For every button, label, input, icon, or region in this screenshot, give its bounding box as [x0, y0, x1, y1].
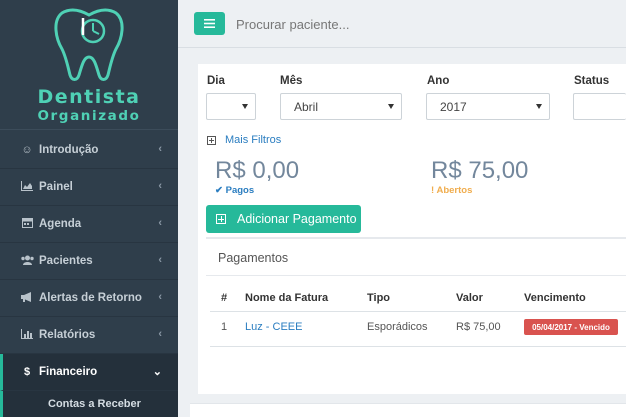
brand-name: Dentista: [37, 86, 141, 108]
column-header-due[interactable]: Vencimento: [524, 292, 586, 304]
chevron-left-icon: ‹: [158, 254, 162, 266]
row-number: 1: [221, 321, 228, 333]
menu-toggle-button[interactable]: [194, 12, 225, 35]
sidebar-item-relatorios[interactable]: Relatórios ‹: [0, 317, 178, 354]
chevron-down-icon: ⌄: [152, 366, 162, 378]
check-icon: ✔: [215, 185, 223, 196]
users-icon: [20, 255, 34, 268]
filter-ano-label: Ano: [427, 75, 450, 87]
sidebar-item-financeiro[interactable]: $ Financeiro ⌄: [0, 354, 178, 391]
paid-status: ✔ Pagos: [215, 185, 254, 196]
more-filters-label: Mais Filtros: [225, 134, 282, 146]
open-status: ! Abertos: [431, 185, 472, 196]
bullhorn-icon: [20, 291, 34, 305]
sidebar-item-pacientes[interactable]: Pacientes ‹: [0, 243, 178, 280]
sidebar-menu: ☺ Introdução ‹ Painel ‹ Agenda ‹ Pacient…: [0, 132, 178, 417]
paid-label: Pagos: [225, 185, 255, 196]
search-patient-input[interactable]: [236, 14, 536, 34]
sidebar-item-label: Alertas de Retorno: [39, 292, 142, 304]
smile-icon: ☺: [21, 144, 33, 156]
sidebar-item-label: Painel: [39, 181, 73, 193]
chevron-left-icon: ‹: [158, 143, 162, 155]
filter-dia-select[interactable]: [206, 93, 256, 120]
caret-down-icon: [388, 104, 394, 109]
chevron-left-icon: ‹: [158, 217, 162, 229]
invoice-name-link[interactable]: Luz - CEEE: [245, 321, 302, 333]
logo-area[interactable]: Dentista Organizado: [0, 0, 178, 130]
calendar-icon: [20, 217, 34, 231]
paid-amount: R$ 0,00: [215, 157, 300, 184]
table-header-line: [210, 311, 626, 312]
exclamation-icon: !: [431, 185, 435, 196]
invoice-value: R$ 75,00: [456, 321, 501, 333]
filter-ano-value: 2017: [440, 99, 467, 114]
sidebar-item-painel[interactable]: Painel ‹: [0, 169, 178, 206]
more-filters-link[interactable]: Mais Filtros: [207, 134, 281, 146]
bar-chart-icon: [20, 328, 34, 342]
invoice-type: Esporádicos: [367, 321, 428, 333]
sidebar-item-label: Agenda: [39, 218, 82, 230]
chevron-left-icon: ‹: [158, 328, 162, 340]
due-status-badge: 05/04/2017 - Vencido: [524, 319, 618, 335]
open-label: Abertos: [436, 185, 473, 196]
chevron-left-icon: ‹: [158, 180, 162, 192]
footer: [190, 403, 626, 417]
sidebar-item-alertas[interactable]: Alertas de Retorno ‹: [0, 280, 178, 317]
chevron-left-icon: ‹: [158, 291, 162, 303]
topbar: [178, 0, 626, 48]
sidebar: Dentista Organizado ☺ Introdução ‹ Paine…: [0, 0, 178, 417]
column-header-type[interactable]: Tipo: [367, 292, 390, 304]
divider: [206, 275, 626, 276]
filter-mes-value: Abril: [294, 99, 319, 114]
filter-dia-label: Dia: [207, 75, 225, 87]
sidebar-item-label: Pacientes: [39, 255, 93, 267]
plus-square-icon: [207, 135, 216, 145]
open-amount: R$ 75,00: [431, 157, 529, 184]
column-header-number[interactable]: #: [221, 292, 227, 304]
column-header-value[interactable]: Valor: [456, 292, 483, 304]
dollar-icon: $: [23, 366, 31, 378]
payments-title: Pagamentos: [218, 251, 289, 265]
add-payment-label: Adicionar Pagamento: [237, 212, 357, 226]
table-row-line: [210, 346, 626, 347]
filter-mes-label: Mês: [280, 75, 303, 87]
sidebar-item-agenda[interactable]: Agenda ‹: [0, 206, 178, 243]
sidebar-item-label: Relatórios: [39, 329, 96, 341]
filter-ano-select[interactable]: 2017: [426, 93, 550, 120]
caret-down-icon: [242, 104, 248, 109]
column-header-name[interactable]: Nome da Fatura: [245, 292, 328, 304]
filter-status-select[interactable]: [573, 93, 626, 120]
caret-down-icon: [536, 104, 542, 109]
tooth-logo-icon: [54, 8, 124, 81]
brand-subtitle: Organizado: [37, 108, 141, 124]
sidebar-item-introducao[interactable]: ☺ Introdução ‹: [0, 132, 178, 169]
filter-status-label: Status: [574, 75, 610, 87]
financeiro-panel: Dia Mês Abril Ano 2017 Status Mais Filtr…: [198, 64, 626, 394]
divider: [206, 237, 626, 239]
area-chart-icon: [20, 180, 34, 194]
sidebar-item-label: Financeiro: [39, 366, 98, 378]
add-payment-button[interactable]: Adicionar Pagamento: [206, 205, 361, 233]
hamburger-icon: [204, 19, 215, 28]
plus-square-icon: [216, 214, 226, 224]
filter-mes-select[interactable]: Abril: [280, 93, 402, 120]
submenu-contas-a-receber[interactable]: Contas a Receber: [0, 391, 178, 417]
sidebar-item-label: Introdução: [39, 144, 99, 156]
